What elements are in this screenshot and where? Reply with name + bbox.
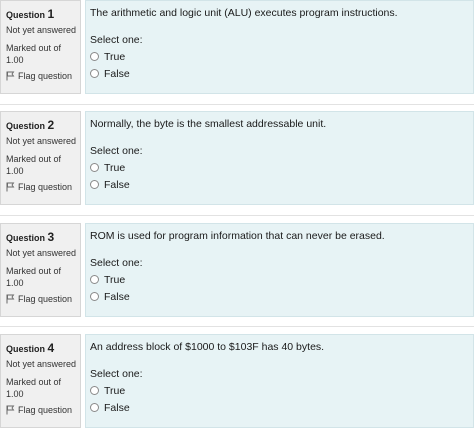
grade-label: Marked out of [6, 377, 62, 387]
question-number: Question 3 [6, 230, 75, 244]
grade-value: 1.00 [6, 55, 24, 65]
option-label: True [104, 384, 126, 397]
question-3: Question 3 Not yet answered Marked out o… [0, 223, 474, 317]
question-text: An address block of $1000 to $103F has 4… [90, 341, 325, 353]
radio-button-icon[interactable] [90, 403, 99, 412]
divider [0, 215, 474, 216]
option-true[interactable]: True [90, 48, 469, 65]
grade-label: Marked out of [6, 266, 62, 276]
question-label: Question [6, 344, 46, 354]
question-number: Question 1 [6, 7, 75, 21]
question-label: Question [6, 233, 46, 243]
option-true[interactable]: True [90, 271, 469, 288]
option-label: False [104, 401, 130, 414]
flag-icon [6, 294, 15, 304]
question-info: Question 3 Not yet answered Marked out o… [0, 223, 81, 317]
grade-label: Marked out of [6, 43, 62, 53]
option-false[interactable]: False [90, 288, 469, 305]
question-grade: Marked out of 1.00 [6, 265, 75, 289]
question-number-value: 3 [47, 230, 55, 244]
option-true[interactable]: True [90, 159, 469, 176]
question-number: Question 2 [6, 118, 75, 132]
grade-value: 1.00 [6, 166, 24, 176]
grade-value: 1.00 [6, 278, 24, 288]
question-text: The arithmetic and logic unit (ALU) exec… [90, 7, 398, 19]
question-number: Question 4 [6, 341, 75, 355]
question-content: Normally, the byte is the smallest addre… [85, 111, 474, 205]
flag-question-label: Flag question [18, 71, 73, 81]
option-label: False [104, 67, 130, 80]
radio-button-icon[interactable] [90, 275, 99, 284]
option-false[interactable]: False [90, 65, 469, 82]
flag-question-link[interactable]: Flag question [6, 182, 75, 192]
question-state: Not yet answered [6, 359, 77, 369]
select-one-label: Select one: [90, 368, 143, 380]
flag-question-label: Flag question [18, 405, 73, 415]
question-info: Question 1 Not yet answered Marked out o… [0, 0, 81, 94]
flag-question-label: Flag question [18, 182, 73, 192]
flag-icon [6, 182, 15, 192]
option-false[interactable]: False [90, 176, 469, 193]
select-one-label: Select one: [90, 145, 143, 157]
question-content: The arithmetic and logic unit (ALU) exec… [85, 0, 474, 94]
question-grade: Marked out of 1.00 [6, 153, 75, 177]
flag-question-link[interactable]: Flag question [6, 71, 75, 81]
radio-button-icon[interactable] [90, 386, 99, 395]
question-state: Not yet answered [6, 136, 77, 146]
divider [0, 326, 474, 327]
question-content: An address block of $1000 to $103F has 4… [85, 334, 474, 428]
question-info: Question 4 Not yet answered Marked out o… [0, 334, 81, 428]
grade-label: Marked out of [6, 154, 62, 164]
question-text: Normally, the byte is the smallest addre… [90, 118, 327, 130]
option-label: True [104, 50, 126, 63]
question-grade: Marked out of 1.00 [6, 376, 75, 400]
question-4: Question 4 Not yet answered Marked out o… [0, 334, 474, 428]
radio-button-icon[interactable] [90, 69, 99, 78]
grade-value: 1.00 [6, 389, 24, 399]
question-1: Question 1 Not yet answered Marked out o… [0, 0, 474, 94]
radio-button-icon[interactable] [90, 292, 99, 301]
question-state: Not yet answered [6, 248, 77, 258]
divider [0, 104, 474, 105]
question-info: Question 2 Not yet answered Marked out o… [0, 111, 81, 205]
question-2: Question 2 Not yet answered Marked out o… [0, 111, 474, 205]
flag-question-link[interactable]: Flag question [6, 405, 75, 415]
radio-button-icon[interactable] [90, 180, 99, 189]
question-number-value: 2 [47, 118, 55, 132]
question-label: Question [6, 10, 46, 20]
select-one-label: Select one: [90, 34, 143, 46]
question-grade: Marked out of 1.00 [6, 42, 75, 66]
flag-icon [6, 71, 15, 81]
option-label: True [104, 273, 126, 286]
option-false[interactable]: False [90, 399, 469, 416]
flag-question-label: Flag question [18, 294, 73, 304]
radio-button-icon[interactable] [90, 52, 99, 61]
question-number-value: 4 [47, 341, 55, 355]
flag-icon [6, 405, 15, 415]
question-text: ROM is used for program information that… [90, 230, 385, 242]
question-content: ROM is used for program information that… [85, 223, 474, 317]
option-label: True [104, 161, 126, 174]
flag-question-link[interactable]: Flag question [6, 294, 75, 304]
select-one-label: Select one: [90, 257, 143, 269]
option-true[interactable]: True [90, 382, 469, 399]
quiz-page: Question 1 Not yet answered Marked out o… [0, 0, 474, 431]
radio-button-icon[interactable] [90, 163, 99, 172]
option-label: False [104, 178, 130, 191]
option-label: False [104, 290, 130, 303]
question-state: Not yet answered [6, 25, 77, 35]
question-number-value: 1 [47, 7, 55, 21]
question-label: Question [6, 121, 46, 131]
